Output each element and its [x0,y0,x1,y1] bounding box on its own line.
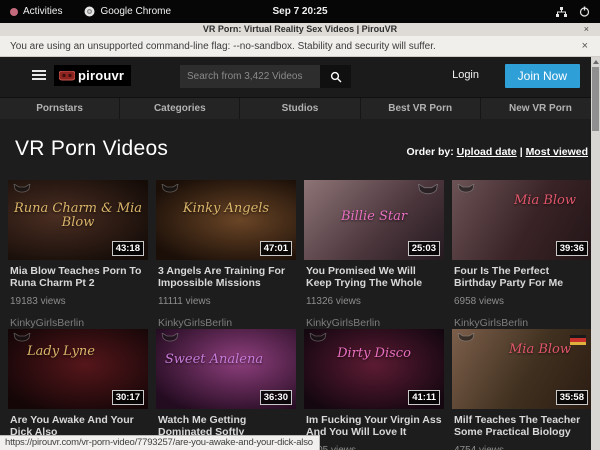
thumbnail-overlay-text: Sweet Analena [156,353,292,367]
search-input[interactable] [180,65,320,88]
duration-badge: 47:01 [260,241,292,256]
nav-item-pornstars[interactable]: Pornstars [0,98,119,119]
video-card: Dirty Disco 41:11 Im Fucking Your Virgin… [304,329,444,450]
studio-watermark-icon [161,333,179,348]
studio-link[interactable]: KinkyGirlsBerlin [306,317,442,329]
duration-badge: 35:58 [556,390,588,405]
search-icon [330,71,342,83]
studio-watermark-icon [161,184,179,199]
video-card: Sweet Analena 36:30 Watch Me Getting Dom… [156,329,296,450]
studio-watermark-icon [309,333,327,348]
video-thumbnail[interactable]: Kinky Angels 47:01 [156,180,296,260]
video-views: 9705 views [306,445,442,450]
studio-watermark-icon [417,184,439,202]
video-grid: Runa Charm & Mia Blow 43:18 Mia Blow Tea… [8,180,600,450]
web-page: pirouvr Login Join Now Pornstars Categor… [0,57,600,450]
order-upload-date-link[interactable]: Upload date [457,146,517,158]
studio-link[interactable]: KinkyGirlsBerlin [158,317,294,329]
window-title-bar: VR Porn: Virtual Reality Sex Videos | Pi… [0,23,600,36]
menu-icon[interactable] [32,70,46,82]
scrollbar-up-arrow-icon[interactable] [591,57,600,66]
studio-watermark-icon [457,184,475,199]
network-icon[interactable] [556,7,567,17]
video-thumbnail[interactable]: Runa Charm & Mia Blow 43:18 [8,180,148,260]
video-card: Mia Blow 39:36 Four Is The Perfect Birth… [452,180,592,329]
duration-badge: 39:36 [556,241,588,256]
duration-badge: 41:11 [408,390,440,405]
video-thumbnail[interactable]: Billie Star 25:03 [304,180,444,260]
order-separator: | [520,146,523,158]
video-thumbnail[interactable]: Sweet Analena 36:30 [156,329,296,409]
order-most-viewed-link[interactable]: Most viewed [526,146,588,158]
power-icon[interactable] [579,6,590,17]
studio-watermark-icon [13,333,31,348]
window-close-icon[interactable]: × [584,23,589,36]
studio-watermark-icon [457,333,475,348]
duration-badge: 36:30 [260,390,292,405]
video-title-link[interactable]: You Promised We Will Keep Trying The Who… [306,266,442,290]
nav-item-studios[interactable]: Studios [239,98,359,119]
scrollbar-track[interactable] [591,57,600,450]
infobar-close-icon[interactable]: × [582,40,588,52]
nav-item-best[interactable]: Best VR Porn [360,98,480,119]
video-card: Kinky Angels 47:01 3 Angels Are Training… [156,180,296,329]
video-title-link[interactable]: Milf Teaches The Teacher Some Practical … [454,415,590,439]
vr-headset-icon [59,71,75,81]
video-views: 6958 views [454,296,590,307]
thumbnail-overlay-text: Dirty Disco [308,347,440,361]
video-card: Mia Blow 35:58 Milf Teaches The Teacher … [452,329,592,450]
order-by: Order by: Upload date | Most viewed [406,146,588,158]
video-views: 11111 views [158,296,294,307]
nav-item-new[interactable]: New VR Porn [480,98,600,119]
video-views: 11326 views [306,296,442,307]
nav-item-categories[interactable]: Categories [119,98,239,119]
site-logo[interactable]: pirouvr [54,65,131,86]
chrome-infobar: You are using an unsupported command-lin… [0,36,600,57]
duration-badge: 30:17 [112,390,144,405]
video-views: 4754 views [454,445,590,450]
page-heading-row: VR Porn Videos Order by: Upload date | M… [0,119,600,171]
duration-badge: 25:03 [408,241,440,256]
infobar-message: You are using an unsupported command-lin… [10,41,436,52]
thumbnail-overlay-text: Billie Star [308,210,440,224]
thumbnail-overlay-text: Mia Blow [492,343,588,357]
login-link[interactable]: Login [452,69,479,81]
video-title-link[interactable]: Im Fucking Your Virgin Ass And You Will … [306,415,442,439]
video-thumbnail[interactable]: Dirty Disco 41:11 [304,329,444,409]
system-top-bar: Activities Google Chrome Sep 7 20:25 [0,0,600,23]
video-thumbnail[interactable]: Mia Blow 39:36 [452,180,592,260]
join-now-button[interactable]: Join Now [505,64,580,88]
video-title-link[interactable]: Four Is The Perfect Birthday Party For M… [454,266,590,290]
video-title-link[interactable]: Mia Blow Teaches Porn To Runa Charm Pt 2 [10,266,146,290]
page-title: VR Porn Videos [15,137,168,161]
duration-badge: 43:18 [112,241,144,256]
studio-link[interactable]: KinkyGirlsBerlin [10,317,146,329]
window-title: VR Porn: Virtual Reality Sex Videos | Pi… [203,24,397,34]
site-header: pirouvr Login Join Now [0,57,600,97]
video-card: Billie Star 25:03 You Promised We Will K… [304,180,444,329]
video-thumbnail[interactable]: Lady Lyne 30:17 [8,329,148,409]
video-title-link[interactable]: 3 Angels Are Training For Impossible Mis… [158,266,294,290]
thumbnail-overlay-text: Mia Blow [502,194,588,208]
video-thumbnail[interactable]: Mia Blow 35:58 [452,329,592,409]
order-by-label: Order by: [406,146,453,158]
german-flag [570,335,586,345]
studio-link[interactable]: KinkyGirlsBerlin [454,317,590,329]
video-card: Runa Charm & Mia Blow 43:18 Mia Blow Tea… [8,180,148,329]
video-card: Lady Lyne 30:17 Are You Awake And Your D… [8,329,148,450]
system-clock[interactable]: Sep 7 20:25 [0,6,600,17]
thumbnail-overlay-text: Runa Charm & Mia Blow [12,202,144,231]
site-logo-text: pirouvr [78,68,124,83]
studio-watermark-icon [13,184,31,199]
scrollbar-thumb[interactable] [592,67,599,131]
search-bar [180,65,351,88]
main-nav: Pornstars Categories Studios Best VR Por… [0,97,600,119]
status-url-bubble: https://pirouvr.com/vr-porn-video/779325… [0,435,320,450]
search-button[interactable] [320,65,351,88]
video-views: 19183 views [10,296,146,307]
thumbnail-overlay-text: Kinky Angels [160,202,292,216]
